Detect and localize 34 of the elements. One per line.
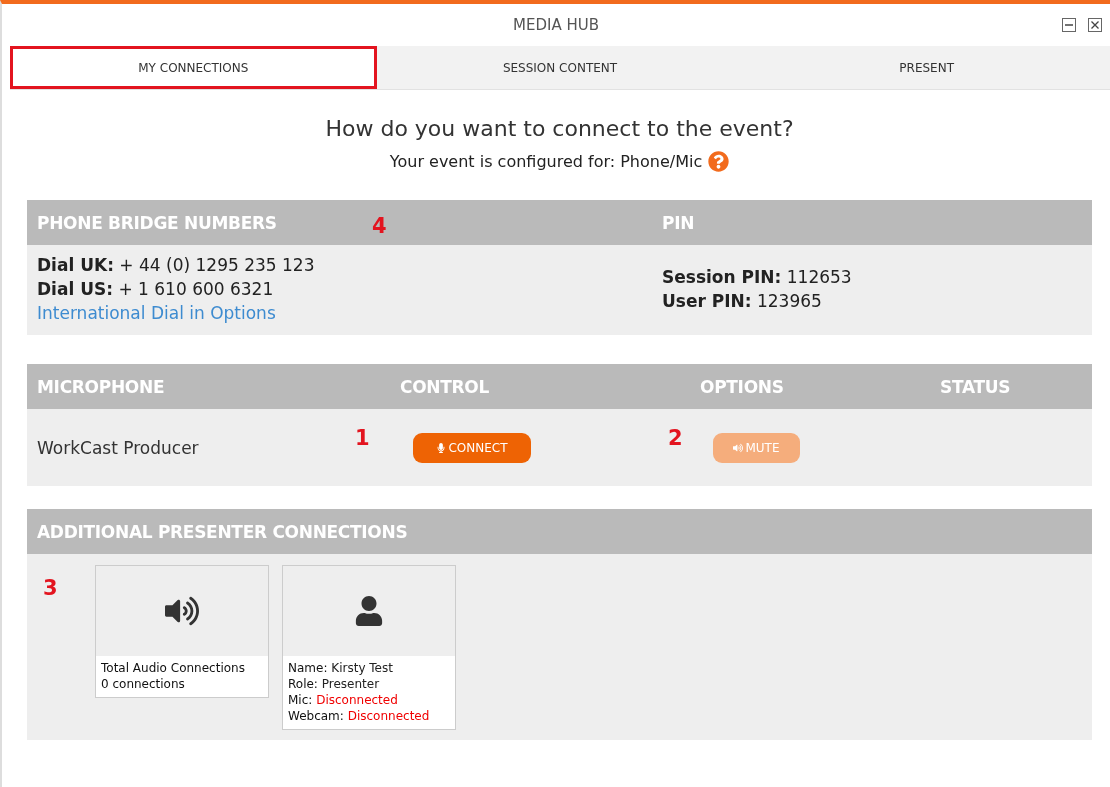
annotation-number: 1 (355, 426, 370, 450)
dial-number: Dial US: + 1 610 600 6321 (37, 279, 275, 299)
column-header: PIN (662, 212, 695, 233)
annotation-number: 4 (372, 214, 387, 238)
annotation-number: 2 (668, 426, 683, 450)
column-header: MICROPHONE (37, 376, 165, 397)
speaker-icon (733, 442, 744, 453)
tab[interactable]: PRESENT (743, 46, 1110, 89)
column-header: PHONE BRIDGE NUMBERS (37, 212, 277, 233)
section-header: ADDITIONAL PRESENTER CONNECTIONS (37, 521, 408, 542)
column-header: OPTIONS (700, 376, 784, 397)
pin-text: Session PIN: 112653 (662, 267, 853, 287)
speaker-icon (165, 594, 199, 628)
person-icon (354, 596, 384, 626)
close-icon[interactable] (1088, 18, 1102, 32)
help-icon[interactable] (708, 151, 730, 172)
card-text: 0 connections (101, 677, 186, 691)
card-text: Role: Presenter (288, 677, 381, 691)
tab[interactable]: SESSION CONTENT (376, 46, 744, 89)
minimize-icon[interactable] (1062, 18, 1076, 32)
configured-text: Your event is configured for: Phone/Mic (389, 152, 703, 171)
microphone-icon (436, 442, 447, 453)
card-text: Name: Kirsty Test (288, 661, 394, 675)
card-text: Mic: Disconnected (288, 693, 399, 707)
card-text: Total Audio Connections (101, 661, 246, 675)
heading: How do you want to connect to the event? (324, 116, 795, 141)
tab[interactable]: MY CONNECTIONS (10, 46, 377, 89)
pin-text: User PIN: 123965 (662, 291, 823, 311)
card-text: Webcam: Disconnected (288, 709, 431, 723)
dial-number: Dial UK: + 44 (0) 1295 235 123 (37, 255, 316, 275)
window-title: MEDIA HUB (513, 16, 599, 34)
column-header: STATUS (940, 376, 1011, 397)
annotation-number: 3 (43, 576, 58, 600)
column-header: CONTROL (400, 376, 490, 397)
